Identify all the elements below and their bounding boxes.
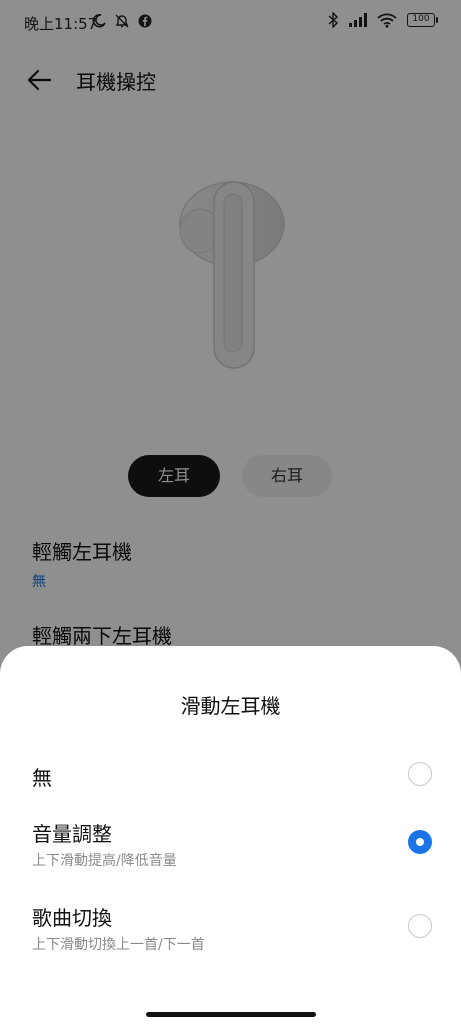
swipe-left-earbud-sheet: 滑動左耳機 無 音量調整 上下滑動提高/降低音量 歌曲切換 上下滑動切換上一首/…: [0, 646, 461, 1024]
option-none-label: 無: [32, 766, 52, 790]
option-track-subtitle: 上下滑動切換上一首/下一首: [32, 937, 205, 953]
home-indicator[interactable]: [146, 1012, 316, 1017]
option-track[interactable]: 歌曲切換 上下滑動切換上一首/下一首: [0, 896, 461, 958]
option-none[interactable]: 無: [0, 752, 461, 798]
option-none-radio[interactable]: [408, 762, 432, 786]
option-volume-label: 音量調整: [32, 822, 112, 846]
option-track-radio[interactable]: [408, 914, 432, 938]
option-volume[interactable]: 音量調整 上下滑動提高/降低音量: [0, 812, 461, 874]
option-track-label: 歌曲切換: [32, 906, 112, 930]
sheet-title: 滑動左耳機: [180, 694, 281, 718]
option-volume-subtitle: 上下滑動提高/降低音量: [32, 853, 177, 869]
option-volume-radio[interactable]: [408, 830, 432, 854]
